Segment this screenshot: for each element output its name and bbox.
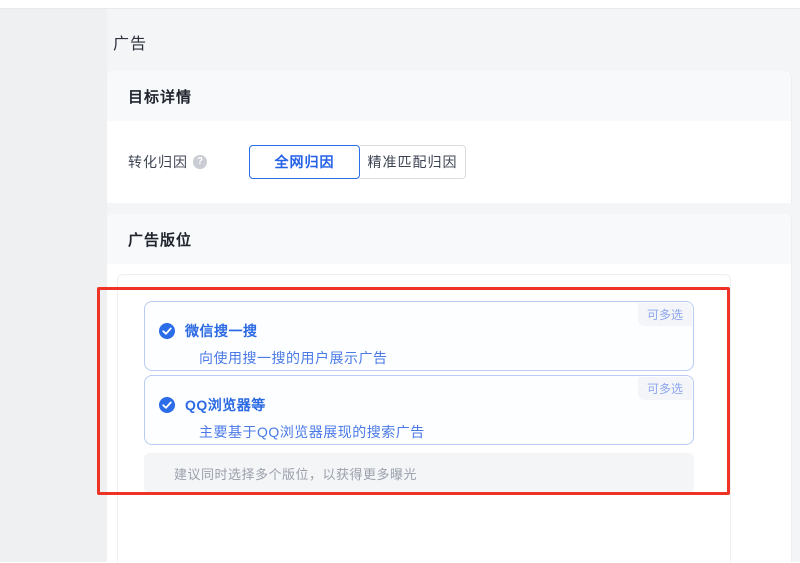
- attribution-segmented-control: 全网归因 精准匹配归因: [249, 145, 466, 179]
- conversion-attribution-row: 转化归因 ? 全网归因 精准匹配归因: [107, 121, 791, 203]
- multi-select-badge: 可多选: [638, 377, 692, 400]
- conversion-attribution-label-wrap: 转化归因 ?: [107, 152, 249, 172]
- left-margin-strip: [0, 9, 107, 562]
- ad-placement-body: 可多选 微信搜一搜 向使用搜一搜的用户展示广告 可多选: [107, 264, 791, 562]
- placement-option-wechat-search[interactable]: 可多选 微信搜一搜 向使用搜一搜的用户展示广告: [144, 301, 694, 371]
- option-title: 微信搜一搜: [185, 321, 258, 341]
- placement-option-qq-browser[interactable]: 可多选 QQ浏览器等 主要基于QQ浏览器展现的搜索广告: [144, 375, 694, 445]
- check-circle-icon: [159, 397, 175, 413]
- option-description: 向使用搜一搜的用户展示广告: [199, 348, 693, 368]
- option-title-row: QQ浏览器等: [159, 395, 693, 415]
- target-detail-card-header: 目标详情: [107, 71, 791, 121]
- page-body: 广告 目标详情 转化归因 ? 全网归因 精准匹配归因 广告版位: [0, 9, 800, 562]
- top-divider: [0, 0, 800, 9]
- page-viewport: 广告 目标详情 转化归因 ? 全网归因 精准匹配归因 广告版位: [0, 0, 800, 563]
- placement-selection-panel: 可多选 微信搜一搜 向使用搜一搜的用户展示广告 可多选: [117, 274, 731, 562]
- attribution-option-full-network[interactable]: 全网归因: [249, 145, 360, 179]
- check-circle-icon: [159, 323, 175, 339]
- ad-placement-card: 广告版位 可多选 微信搜一搜 向使用搜一: [107, 214, 792, 562]
- attribution-option-exact-match[interactable]: 精准匹配归因: [360, 145, 466, 179]
- option-title: QQ浏览器等: [185, 395, 266, 415]
- ad-placement-card-header: 广告版位: [107, 214, 791, 264]
- help-icon[interactable]: ?: [193, 155, 207, 169]
- option-description: 主要基于QQ浏览器展现的搜索广告: [199, 422, 693, 442]
- main-content: 广告 目标详情 转化归因 ? 全网归因 精准匹配归因 广告版位: [107, 9, 792, 562]
- multi-select-badge: 可多选: [638, 303, 692, 326]
- option-title-row: 微信搜一搜: [159, 321, 693, 341]
- target-detail-card: 目标详情 转化归因 ? 全网归因 精准匹配归因: [107, 71, 792, 203]
- placement-hint: 建议同时选择多个版位，以获得更多曝光: [144, 453, 694, 493]
- page-title: 广告: [107, 9, 792, 71]
- conversion-attribution-label: 转化归因: [128, 152, 188, 172]
